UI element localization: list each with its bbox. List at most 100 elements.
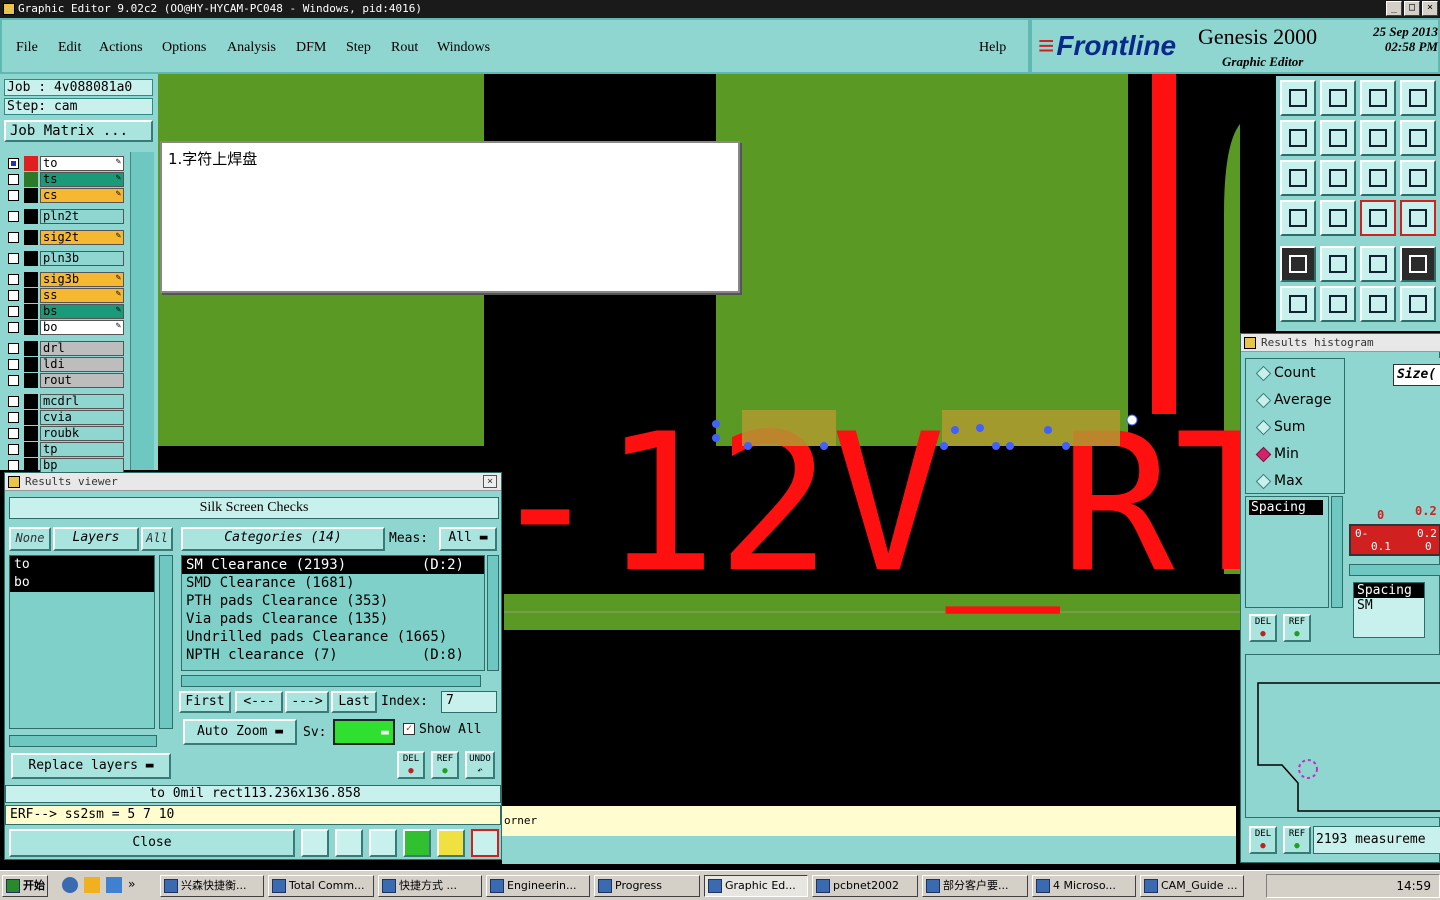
layer-list-vscroll[interactable] <box>159 555 173 729</box>
snap-red-icon[interactable] <box>1360 200 1396 236</box>
cross-icon[interactable] <box>1320 286 1356 322</box>
pan-icon[interactable] <box>1320 160 1356 196</box>
zoom-swap-icon[interactable] <box>1360 120 1396 156</box>
layer-list-hscroll[interactable] <box>9 735 157 747</box>
marker[interactable] <box>992 442 1000 450</box>
del-button[interactable]: DEL ● <box>397 751 425 779</box>
layer-row-bp[interactable]: bp <box>4 458 124 473</box>
replace-layers-dropdown[interactable]: Replace layers ▬ <box>11 753 171 779</box>
taskbar-item[interactable]: 兴森快捷衡... <box>160 875 264 897</box>
zoom-back-icon[interactable] <box>1280 120 1316 156</box>
first-button[interactable]: First <box>179 691 231 713</box>
close-window-button[interactable]: × <box>1422 1 1438 16</box>
all-layers-button[interactable]: All <box>141 527 173 551</box>
ie-icon[interactable] <box>62 877 78 893</box>
delete-results-icon[interactable] <box>369 829 397 857</box>
layer-checkbox[interactable] <box>8 253 19 264</box>
layer-list-scrollbar[interactable] <box>130 152 154 470</box>
preview-pane[interactable] <box>1245 654 1440 818</box>
category-list-hscroll[interactable] <box>181 675 481 687</box>
min-radio[interactable]: Min <box>1254 444 1299 464</box>
count-radio[interactable]: Count <box>1254 363 1316 383</box>
taskbar-item[interactable]: 4 Microso... <box>1032 875 1136 897</box>
marker[interactable] <box>940 442 948 450</box>
measure-point-icon[interactable] <box>1360 286 1396 322</box>
layer-name[interactable]: pln3b <box>40 251 124 266</box>
layer-name[interactable]: rout <box>40 373 124 388</box>
layer-checkbox[interactable] <box>8 290 19 301</box>
menu-windows[interactable]: Windows <box>437 40 490 56</box>
category-row[interactable]: Undrilled pads Clearance (1665) <box>182 628 484 646</box>
redraw-icon[interactable] <box>1400 120 1436 156</box>
ref-button[interactable]: REF ● <box>431 751 459 779</box>
connect-icon[interactable] <box>1280 286 1316 322</box>
layer-name[interactable]: sig2t <box>40 230 124 245</box>
histogram-hscroll[interactable] <box>1349 564 1440 576</box>
layer-row-bs[interactable]: bs ✎ <box>4 304 124 319</box>
layer-checkbox[interactable] <box>8 375 19 386</box>
prev-button[interactable]: <--- <box>235 691 283 713</box>
measure-type-list[interactable]: Spacing <box>1245 496 1329 608</box>
taskbar-item[interactable]: 快捷方式 ... <box>378 875 482 897</box>
marker[interactable] <box>712 434 720 442</box>
folder-icon[interactable] <box>84 877 100 893</box>
layer-row-mcdrl[interactable]: mcdrl <box>4 394 124 409</box>
layer-checkbox[interactable] <box>8 158 19 169</box>
snap-red-2-icon[interactable] <box>1400 200 1436 236</box>
layer-checkbox[interactable] <box>8 359 19 370</box>
taskbar-item[interactable]: 部分客户要... <box>922 875 1028 897</box>
layer-checkbox[interactable] <box>8 460 19 471</box>
hist-del-button-2[interactable]: DEL ● <box>1249 826 1277 854</box>
layer-name[interactable]: pln2t <box>40 209 124 224</box>
taskbar-item[interactable]: Graphic Ed... <box>704 875 808 897</box>
layer-row-cvia[interactable]: cvia <box>4 410 124 425</box>
layer-row-ldi[interactable]: ldi <box>4 357 124 372</box>
zoom-forward-icon[interactable] <box>1320 120 1356 156</box>
none-button[interactable]: None <box>9 527 51 551</box>
next-button[interactable]: ---> <box>285 691 329 713</box>
category-row[interactable]: SM Clearance (2193) (D:2) <box>182 556 484 574</box>
category-list-vscroll[interactable] <box>487 555 499 671</box>
layer-row-rout[interactable]: rout <box>4 373 124 388</box>
marker[interactable] <box>951 426 959 434</box>
layer-checkbox[interactable] <box>8 396 19 407</box>
layer-checkbox[interactable] <box>8 190 19 201</box>
layer-name[interactable]: bs <box>40 304 124 319</box>
sv-color-dropdown[interactable]: ▬ <box>333 719 395 745</box>
layer-name[interactable]: to <box>40 156 124 171</box>
category-row[interactable]: Via pads Clearance (135) <box>182 610 484 628</box>
auto-zoom-dropdown[interactable]: Auto Zoom ▬ <box>183 719 297 745</box>
taskbar-item[interactable]: CAM_Guide ... <box>1140 875 1244 897</box>
graph-icon[interactable] <box>335 829 363 857</box>
layer-checkbox[interactable] <box>8 306 19 317</box>
menu-dfm[interactable]: DFM <box>296 40 326 56</box>
marker[interactable] <box>744 442 752 450</box>
chevron-icon[interactable]: » <box>128 877 135 895</box>
hist-del-button[interactable]: DEL ● <box>1249 614 1277 642</box>
results-viewer-close-icon[interactable]: × <box>483 475 497 488</box>
sum-radio[interactable]: Sum <box>1254 417 1305 437</box>
menu-rout[interactable]: Rout <box>391 40 418 56</box>
job-matrix-button[interactable]: Job Matrix ... <box>4 120 153 142</box>
layer-checkbox[interactable] <box>8 428 19 439</box>
marker[interactable] <box>1044 426 1052 434</box>
save-icon[interactable] <box>1320 80 1356 116</box>
layer-checkbox[interactable] <box>8 343 19 354</box>
layer-row-cs[interactable]: cs ✎ <box>4 188 124 203</box>
open-job-icon[interactable] <box>1280 80 1316 116</box>
list-item-layer-to[interactable]: to <box>10 556 154 574</box>
index-input[interactable]: 7 <box>441 691 497 713</box>
layer-name[interactable]: ldi <box>40 357 124 372</box>
layer-name[interactable]: ss <box>40 288 124 303</box>
select-poly-icon[interactable] <box>1320 246 1356 282</box>
layer-row-pln3b[interactable]: pln3b <box>4 251 124 266</box>
grid-icon[interactable] <box>1320 200 1356 236</box>
layer-name[interactable]: roubk <box>40 426 124 441</box>
layer-row-tp[interactable]: tp <box>4 442 124 457</box>
layer-row-ts[interactable]: ts ✎ <box>4 172 124 187</box>
taskbar-item[interactable]: Total Comm... <box>268 875 374 897</box>
histogram-bar-row[interactable]: 0- 0.1 0.2 0 <box>1349 524 1440 556</box>
layer-checkbox[interactable] <box>8 274 19 285</box>
layer-name[interactable]: drl <box>40 341 124 356</box>
ruler-icon[interactable] <box>1360 246 1396 282</box>
